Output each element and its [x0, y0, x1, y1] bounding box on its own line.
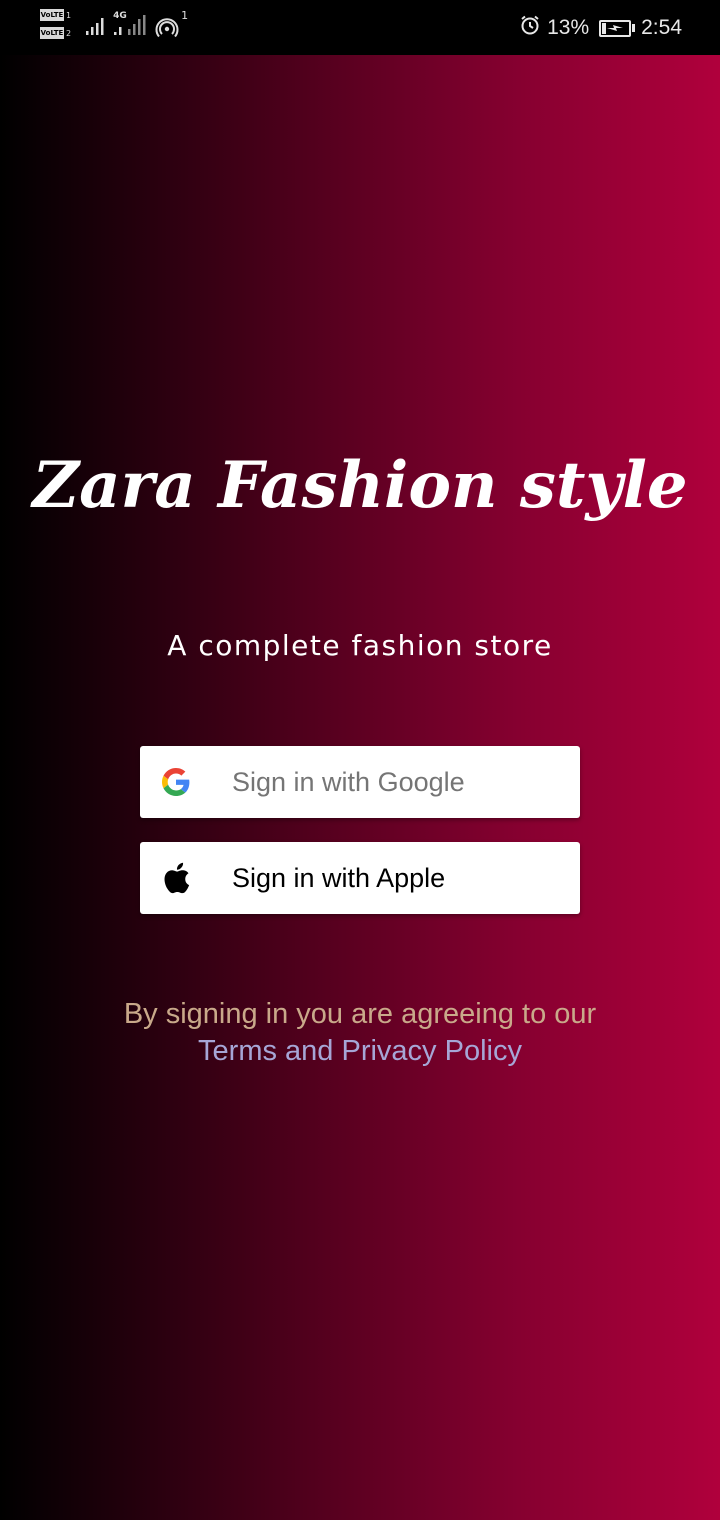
google-logo-icon	[161, 767, 191, 797]
battery-percent: 13%	[547, 16, 590, 39]
sim1-label: 1	[66, 10, 72, 20]
alarm-icon	[519, 14, 541, 42]
sim2-label: 2	[66, 28, 72, 38]
status-bar-right: 13% 2:54	[519, 14, 682, 42]
apple-signin-label: Sign in with Apple	[232, 862, 446, 893]
status-bar: VoLTE 1 VoLTE 2 4G 1 13% 2:54	[0, 0, 720, 55]
legal-text: By signing in you are agreeing to our	[123, 998, 597, 1030]
legal-notice: By signing in you are agreeing to our Te…	[0, 996, 720, 1070]
apple-signin-button[interactable]: Sign in with Apple	[140, 842, 580, 914]
battery-charging-icon	[599, 19, 636, 37]
google-signin-button[interactable]: Sign in with Google	[140, 746, 580, 818]
hotspot-icon: 1	[155, 9, 188, 43]
app-title: Zara Fashion style	[32, 448, 688, 523]
volte-sim2: VoLTE 2	[40, 27, 71, 39]
terms-privacy-link[interactable]: Terms and Privacy Policy	[198, 1033, 522, 1070]
status-bar-left: VoLTE 1 VoLTE 2 4G 1	[40, 9, 188, 47]
clock: 2:54	[641, 16, 682, 39]
google-signin-label: Sign in with Google	[232, 766, 465, 797]
apple-logo-icon	[161, 862, 191, 894]
volte-icon: VoLTE	[40, 27, 64, 39]
volte-sim1: VoLTE 1	[40, 9, 71, 21]
network-type-label: 4G	[113, 11, 127, 21]
volte-indicators: VoLTE 1 VoLTE 2	[40, 9, 71, 39]
volte-icon: VoLTE	[40, 9, 64, 21]
app-tagline: A complete fashion store	[167, 629, 553, 662]
signal-bars-icon	[85, 15, 107, 41]
hotspot-count: 1	[181, 9, 189, 22]
signal-bars-icon: 4G	[113, 11, 147, 43]
